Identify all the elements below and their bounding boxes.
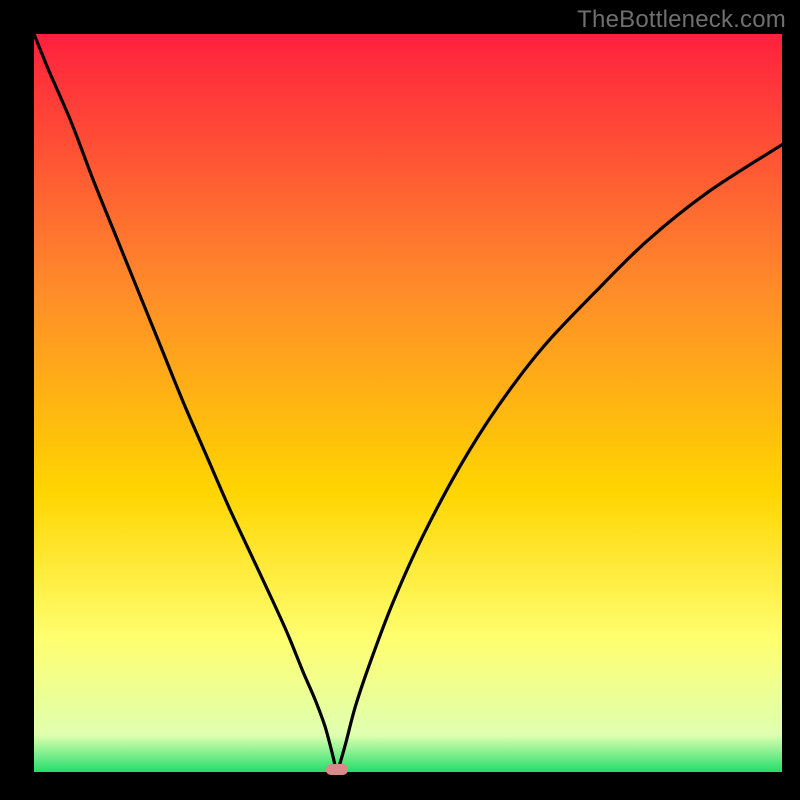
- bottleneck-chart: [0, 0, 800, 800]
- chart-stage: TheBottleneck.com: [0, 0, 800, 800]
- watermark-text: TheBottleneck.com: [577, 6, 786, 34]
- plot-area: [34, 34, 782, 772]
- optimum-marker: [326, 764, 348, 775]
